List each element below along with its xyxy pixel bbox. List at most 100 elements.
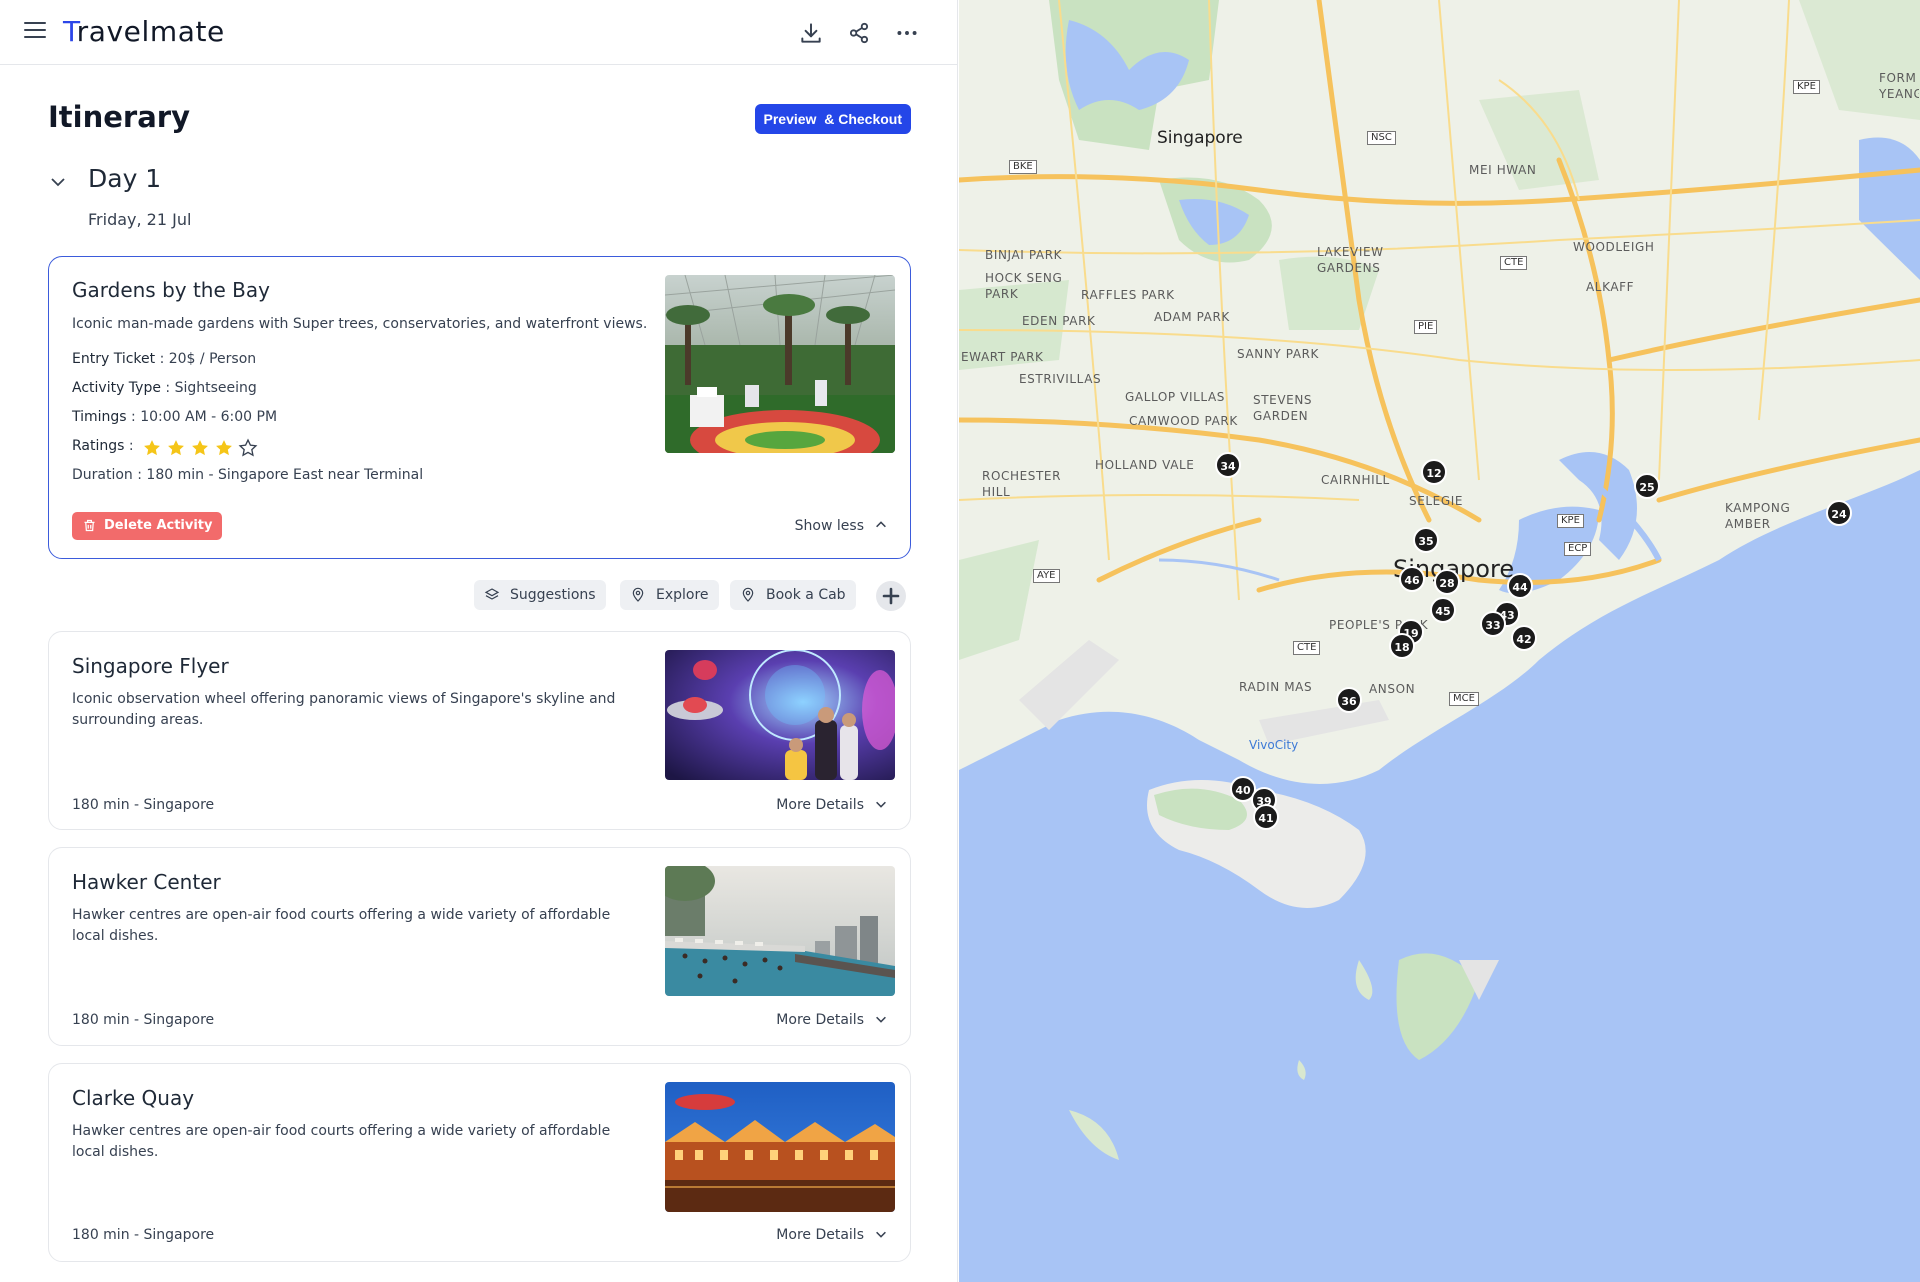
map-marker[interactable]: 46 bbox=[1399, 566, 1425, 592]
road-tag: AYE bbox=[1033, 569, 1060, 583]
activity-meta: 180 min - Singapore bbox=[72, 797, 215, 813]
map-marker[interactable]: 34 bbox=[1215, 452, 1241, 478]
map-marker[interactable]: 35 bbox=[1413, 527, 1439, 553]
book-cab-button[interactable]: Book a Cab bbox=[730, 580, 856, 610]
map-label: ADAM PARK bbox=[1154, 310, 1230, 324]
more-icon[interactable] bbox=[894, 20, 920, 46]
star-empty-icon bbox=[238, 438, 258, 457]
road-tag: PIE bbox=[1414, 320, 1438, 334]
map-label: VivoCity bbox=[1249, 738, 1299, 752]
map-marker[interactable]: 28 bbox=[1434, 569, 1460, 595]
activity-description: Iconic man-made gardens with Super trees… bbox=[72, 316, 648, 332]
download-icon[interactable] bbox=[798, 20, 824, 46]
map-label: RAFFLES PARK bbox=[1081, 288, 1175, 302]
share-icon[interactable] bbox=[846, 20, 872, 46]
location-pin-icon bbox=[632, 587, 644, 602]
map-label: WOODLEIGH bbox=[1573, 240, 1655, 254]
map-label: FORM YEANG bbox=[1879, 71, 1919, 101]
map-marker[interactable]: 24 bbox=[1826, 500, 1852, 526]
entry-ticket: Entry Ticket : 20$ / Person bbox=[72, 351, 257, 367]
map-label: SELEGIE bbox=[1409, 494, 1464, 508]
map-label: EWART PARK bbox=[961, 350, 1044, 364]
map-label: GALLOP VILLAS bbox=[1125, 390, 1225, 404]
star-filled-icon bbox=[192, 440, 208, 456]
day-label: Day 1 bbox=[88, 164, 162, 193]
add-activity-button[interactable] bbox=[876, 581, 906, 611]
gardens-by-the-bay-image bbox=[665, 275, 895, 453]
activity-description: Hawker centres are open-air food courts … bbox=[72, 1123, 611, 1160]
map-label: Singapore bbox=[1157, 128, 1243, 148]
road-tag: MCE bbox=[1449, 692, 1479, 706]
map-label: ALKAFF bbox=[1586, 280, 1635, 294]
chevron-up-icon bbox=[876, 521, 886, 528]
map-marker[interactable]: 25 bbox=[1634, 473, 1660, 499]
map-marker[interactable]: 45 bbox=[1430, 597, 1456, 623]
map-label: ESTRIVILLAS bbox=[1019, 372, 1102, 386]
map-marker[interactable]: 36 bbox=[1336, 687, 1362, 713]
map-base bbox=[959, 0, 1920, 1282]
activity-title: Hawker Center bbox=[72, 870, 221, 894]
activity-description: Hawker centres are open-air food courts … bbox=[72, 907, 611, 944]
menu-icon[interactable] bbox=[24, 22, 46, 42]
road-tag: KPE bbox=[1793, 80, 1820, 94]
map-marker[interactable]: 41 bbox=[1253, 804, 1279, 830]
clarke-quay-image bbox=[665, 1082, 895, 1212]
activity-title: Clarke Quay bbox=[72, 1086, 195, 1110]
map-marker[interactable]: 33 bbox=[1480, 611, 1506, 637]
road-tag: BKE bbox=[1009, 160, 1037, 174]
title-row: Itinerary Preview & Checkout bbox=[48, 100, 911, 140]
rating-stars bbox=[142, 438, 258, 458]
plus-icon bbox=[882, 587, 900, 605]
more-details-toggle[interactable]: More Details bbox=[776, 797, 888, 813]
map-label: KAMPONG AMBER bbox=[1725, 501, 1791, 531]
road-tag: KPE bbox=[1557, 514, 1584, 528]
activity-card[interactable]: Clarke Quay Hawker centres are open-air … bbox=[48, 1063, 911, 1262]
timings: Timings : 10:00 AM - 6:00 PM bbox=[72, 409, 278, 425]
map-label: EDEN PARK bbox=[1022, 314, 1096, 328]
map-label: STEVENS GARDEN bbox=[1253, 393, 1313, 423]
map-marker[interactable]: 44 bbox=[1507, 573, 1533, 599]
activity-description: Iconic observation wheel offering panora… bbox=[72, 691, 616, 728]
map-label: LAKEVIEW GARDENS bbox=[1317, 245, 1384, 275]
map-marker[interactable]: 18 bbox=[1389, 633, 1415, 659]
map-label: HOCK SENG PARK bbox=[985, 271, 1063, 301]
preview-checkout-button[interactable]: Preview & Checkout bbox=[754, 104, 911, 134]
explore-button[interactable]: Explore bbox=[620, 580, 719, 610]
trash-icon bbox=[84, 519, 95, 532]
map-marker[interactable]: 12 bbox=[1421, 459, 1447, 485]
itinerary-panel: Travelmate Itinerary Preview & Checkout … bbox=[0, 0, 958, 1282]
activity-card-expanded[interactable]: Gardens by the Bay Iconic man-made garde… bbox=[48, 256, 911, 559]
activity-card[interactable]: Hawker Center Hawker centres are open-ai… bbox=[48, 847, 911, 1046]
map-label: ANSON bbox=[1369, 682, 1416, 696]
activity-card[interactable]: Singapore Flyer Iconic observation wheel… bbox=[48, 631, 911, 830]
map-label: HOLLAND VALE bbox=[1095, 458, 1195, 472]
map-marker[interactable]: 42 bbox=[1511, 625, 1537, 651]
map-view[interactable]: Singapore MEI HWAN WOODLEIGH ALKAFF BINJ… bbox=[959, 0, 1920, 1282]
singapore-flyer-image bbox=[665, 650, 895, 780]
map-label: BINJAI PARK bbox=[985, 248, 1063, 262]
top-bar: Travelmate bbox=[0, 0, 958, 65]
activity-title: Gardens by the Bay bbox=[72, 278, 270, 302]
suggestions-button[interactable]: Suggestions bbox=[474, 580, 606, 610]
more-details-toggle[interactable]: More Details bbox=[776, 1012, 888, 1028]
chevron-down-icon bbox=[876, 801, 886, 808]
more-details-toggle[interactable]: More Details bbox=[776, 1227, 888, 1243]
chevron-down-icon bbox=[876, 1016, 886, 1023]
star-filled-icon bbox=[216, 440, 232, 456]
map-label: RADIN MAS bbox=[1239, 680, 1313, 694]
chevron-down-icon[interactable] bbox=[50, 174, 66, 190]
show-less-toggle[interactable]: Show less bbox=[795, 518, 888, 534]
map-label: MEI HWAN bbox=[1469, 163, 1537, 177]
hawker-center-image bbox=[665, 866, 895, 996]
road-tag: CTE bbox=[1293, 641, 1321, 655]
day-date: Friday, 21 Jul bbox=[88, 210, 192, 229]
layers-icon bbox=[484, 588, 500, 600]
chevron-down-icon bbox=[876, 1231, 886, 1238]
map-label: CAIRNHILL bbox=[1321, 473, 1390, 487]
delete-activity-button[interactable]: Delete Activity bbox=[72, 512, 222, 540]
map-label: SANNY PARK bbox=[1237, 347, 1320, 361]
activity-title: Singapore Flyer bbox=[72, 654, 229, 678]
app-logo[interactable]: Travelmate bbox=[63, 15, 225, 48]
ratings: Ratings : bbox=[72, 438, 372, 460]
star-filled-icon bbox=[144, 440, 160, 456]
